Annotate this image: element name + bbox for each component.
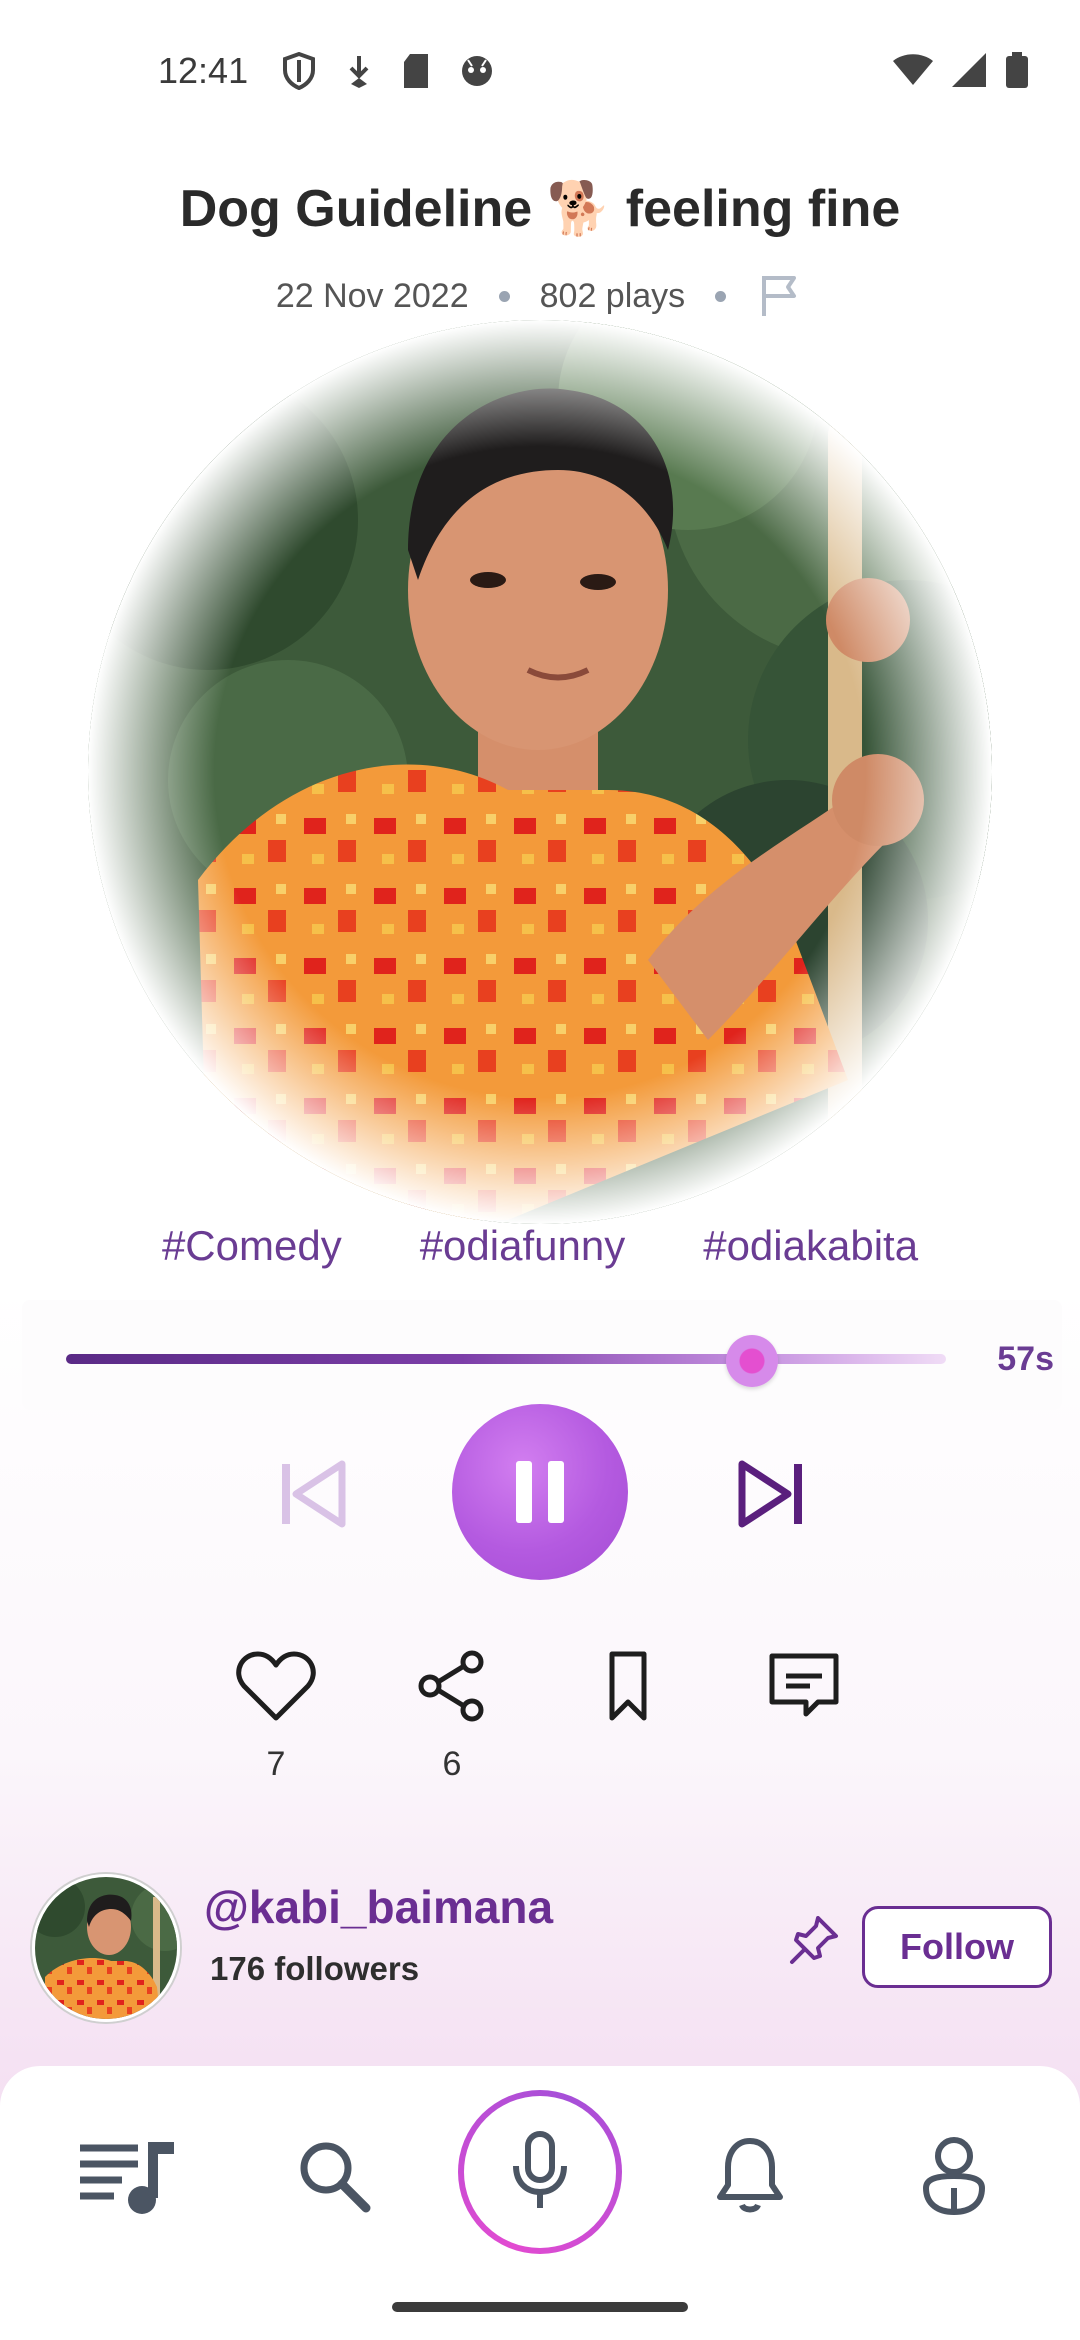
- bell-icon: [717, 2138, 783, 2213]
- track-meta: 22 Nov 2022 802 plays: [0, 272, 1080, 320]
- hashtag-odiafunny[interactable]: #odiafunny: [420, 1222, 626, 1270]
- profile-icon: [922, 2137, 986, 2216]
- sd-card-icon: [402, 54, 430, 93]
- battery-icon: [1006, 52, 1028, 93]
- bookmark-icon: [609, 1651, 647, 1721]
- share-action[interactable]: 6: [392, 1650, 512, 1785]
- search-icon: [300, 2142, 371, 2213]
- nav-profile[interactable]: [904, 2126, 1004, 2226]
- mic-icon: [513, 2131, 567, 2208]
- next-button[interactable]: [732, 1456, 808, 1532]
- previous-button[interactable]: [276, 1456, 352, 1532]
- like-count: 7: [266, 1745, 286, 1783]
- home-indicator[interactable]: [392, 2302, 688, 2312]
- bookmark-action[interactable]: [568, 1650, 688, 1785]
- creator-followers: 176 followers: [210, 1950, 420, 1987]
- comment-icon: [769, 1653, 839, 1717]
- like-action[interactable]: 7: [216, 1650, 336, 1785]
- status-bar: 12:41: [0, 0, 1080, 140]
- nav-notifications[interactable]: [700, 2126, 800, 2226]
- engagement-actions: 7 6: [0, 1650, 1080, 1810]
- signal-icon: [952, 53, 988, 92]
- bottom-navigation: [0, 2066, 1080, 2340]
- creator-row: @kabi_baimana 176 followers Follow: [0, 1870, 1080, 2022]
- share-icon: [418, 1650, 484, 1722]
- track-title: Dog Guideline 🐕 feeling fine: [179, 180, 901, 238]
- shield-icon: [282, 51, 316, 95]
- creator-avatar[interactable]: [32, 1874, 180, 2022]
- hashtag-list: #Comedy #odiafunny #odiakabita: [0, 1222, 1080, 1270]
- seek-thumb[interactable]: [726, 1335, 779, 1387]
- separator-dot: [715, 290, 727, 302]
- hashtag-comedy[interactable]: #Comedy: [162, 1222, 342, 1270]
- face-icon: [460, 54, 494, 93]
- nav-search[interactable]: [284, 2126, 384, 2226]
- seek-bar-container: 57s: [22, 1300, 1062, 1410]
- pin-button[interactable]: [786, 1912, 842, 1968]
- pause-button[interactable]: [452, 1404, 628, 1580]
- follow-button[interactable]: Follow: [862, 1906, 1052, 1988]
- pause-icon: [516, 1461, 564, 1523]
- heart-icon: [236, 1651, 316, 1721]
- status-time: 12:41: [158, 50, 249, 91]
- download-icon: [346, 54, 372, 93]
- track-plays: 802 plays: [539, 276, 686, 315]
- creator-handle[interactable]: @kabi_baimana: [204, 1880, 553, 1934]
- separator-dot: [498, 290, 510, 302]
- status-icons-right: [892, 52, 1028, 93]
- seek-track[interactable]: [66, 1354, 946, 1364]
- report-flag-icon[interactable]: [756, 272, 804, 320]
- pin-icon: [790, 1916, 838, 1964]
- nav-playlist[interactable]: [78, 2126, 178, 2226]
- cover-artwork: [88, 320, 992, 1224]
- comment-action[interactable]: [744, 1650, 864, 1785]
- player-controls: [0, 1400, 1080, 1580]
- track-date: 22 Nov 2022: [275, 276, 469, 315]
- remaining-time: 57s: [997, 1340, 1054, 1378]
- hashtag-odiakabita[interactable]: #odiakabita: [703, 1222, 918, 1270]
- share-count: 6: [442, 1745, 462, 1783]
- status-icons-left: [282, 51, 494, 95]
- playlist-icon: [80, 2142, 174, 2214]
- record-button[interactable]: [458, 2090, 622, 2254]
- wifi-icon: [892, 53, 934, 92]
